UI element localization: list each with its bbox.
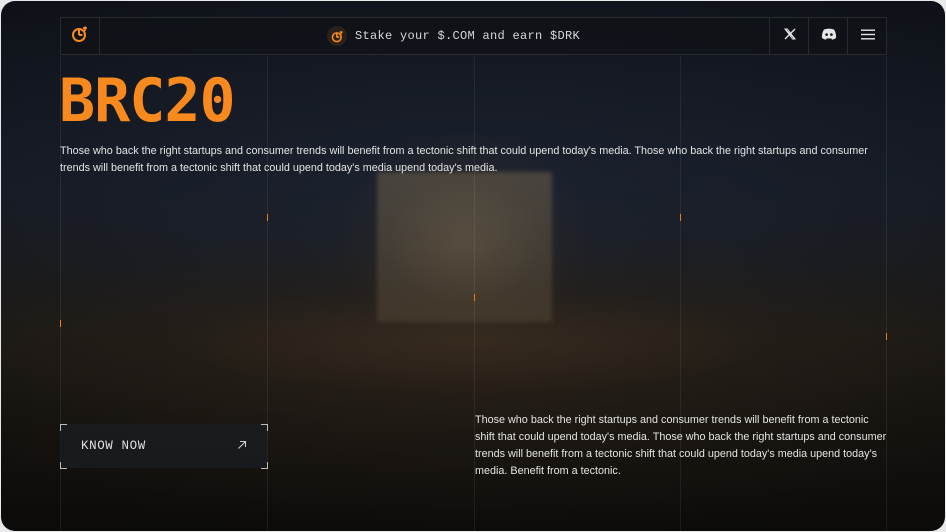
hero-viewport: Stake your $.COM and earn $DRK BRC20 Tho… xyxy=(1,1,945,531)
discord-link[interactable] xyxy=(808,18,848,54)
brand-badge-icon xyxy=(327,26,347,46)
brand-logo-icon xyxy=(71,25,89,48)
grid-tick xyxy=(680,214,681,221)
button-corner-bracket xyxy=(60,424,67,431)
brand-logo-link[interactable] xyxy=(61,18,100,54)
grid-tick xyxy=(474,294,475,301)
page-title: BRC20 xyxy=(59,66,236,136)
hamburger-menu-icon xyxy=(860,27,875,45)
button-corner-bracket xyxy=(261,424,268,431)
grid-line xyxy=(267,56,268,531)
promo-text: Stake your $.COM and earn $DRK xyxy=(355,29,581,43)
top-navigation-bar: Stake your $.COM and earn $DRK xyxy=(60,17,887,55)
grid-tick xyxy=(886,333,887,340)
know-now-label: KNOW NOW xyxy=(81,439,146,453)
hero-secondary-text: Those who back the right startups and co… xyxy=(475,414,887,477)
x-twitter-icon xyxy=(783,27,796,45)
know-now-button[interactable]: KNOW NOW xyxy=(60,424,267,468)
menu-button[interactable] xyxy=(847,18,887,54)
x-twitter-link[interactable] xyxy=(769,18,809,54)
hero-intro-text: Those who back the right startups and co… xyxy=(60,145,868,174)
discord-icon xyxy=(821,27,837,45)
grid-tick xyxy=(60,320,61,327)
grid-tick xyxy=(267,214,268,221)
background-monolith-glow xyxy=(377,172,552,322)
button-corner-bracket xyxy=(60,462,67,469)
staking-promo-banner[interactable]: Stake your $.COM and earn $DRK xyxy=(327,18,580,54)
button-corner-bracket xyxy=(261,462,268,469)
arrow-up-right-icon xyxy=(237,437,247,455)
